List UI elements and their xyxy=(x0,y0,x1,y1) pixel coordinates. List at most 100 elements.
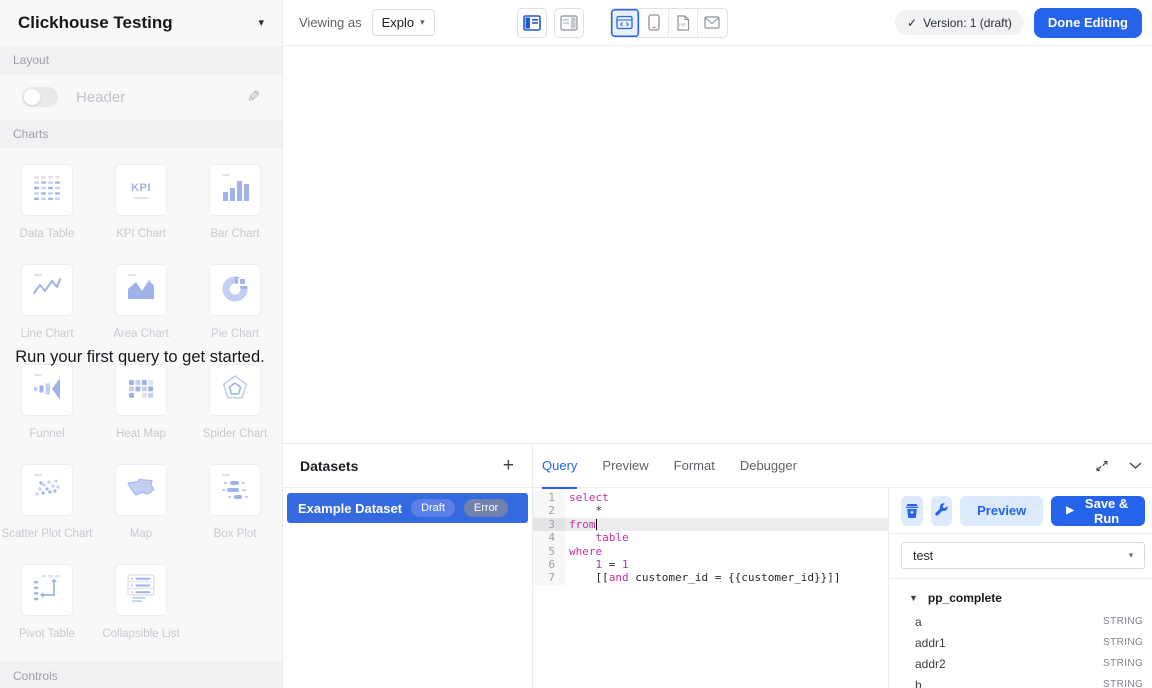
table-select-dropdown[interactable]: test ▾ xyxy=(901,542,1145,569)
save-and-run-button[interactable]: ▶ Save & Run xyxy=(1051,496,1145,526)
schema-field-row[interactable]: addr1 STRING xyxy=(889,632,1152,653)
pdf-view-button[interactable]: PDF xyxy=(669,9,698,37)
chart-card-label: Collapsible List xyxy=(102,628,179,640)
delete-query-button[interactable] xyxy=(901,496,923,526)
dataset-name: Example Dataset xyxy=(298,501,402,516)
field-name: addr1 xyxy=(915,636,946,650)
embed-icon xyxy=(616,15,633,30)
datasets-title: Datasets xyxy=(300,458,358,474)
controls-section-header: Controls xyxy=(0,662,282,688)
schema-field-row[interactable]: bSTRING xyxy=(889,674,1152,688)
preview-query-button[interactable]: Preview xyxy=(960,496,1043,526)
chart-card-collapsible-list[interactable] xyxy=(115,564,167,616)
email-view-button[interactable] xyxy=(698,9,727,37)
query-editor-area: Query Preview Format Debugger 1select2 *3fr… xyxy=(533,444,1152,688)
chart-card-scatter-plot[interactable] xyxy=(21,464,73,516)
chart-card-data-table[interactable] xyxy=(21,164,73,216)
code-text: 1 = 1 xyxy=(565,558,888,571)
right-panel-toggle-button[interactable] xyxy=(554,8,584,38)
layout-section-label: Layout xyxy=(13,53,49,67)
chart-card-label: Map xyxy=(130,528,152,540)
code-line-7[interactable]: 7 [[and customer_id = {{customer_id}}]] xyxy=(533,571,888,584)
text-cursor xyxy=(596,519,597,530)
check-icon: ✓ xyxy=(907,16,917,30)
chart-card-label: Scatter Plot Chart xyxy=(2,528,93,540)
done-editing-button[interactable]: Done Editing xyxy=(1034,8,1142,38)
title-dropdown-caret-icon[interactable]: ▾ xyxy=(258,16,264,29)
code-line-5[interactable]: 5where xyxy=(533,545,888,558)
tab-format[interactable]: Format xyxy=(674,444,715,488)
chart-card-kpi-chart[interactable]: KPI xyxy=(115,164,167,216)
chart-card-pie-chart[interactable] xyxy=(209,264,261,316)
add-dataset-button[interactable]: + xyxy=(503,456,514,475)
chart-card-box-plot[interactable] xyxy=(209,464,261,516)
schema-field-row[interactable]: aSTRING xyxy=(889,611,1152,632)
chart-card-label: Box Plot xyxy=(214,528,257,540)
data-table-icon xyxy=(29,170,65,211)
field-name: addr2 xyxy=(915,657,946,671)
viewing-as-label: Viewing as xyxy=(299,15,362,30)
header-toggle-row: Header ✎ xyxy=(0,74,282,120)
query-actions-panel: Preview ▶ Save & Run test ▾ xyxy=(888,488,1152,688)
code-text: table xyxy=(565,531,888,544)
chart-card-label: Pivot Table xyxy=(19,628,75,640)
collapse-panel-button[interactable] xyxy=(1128,461,1143,471)
code-line-6[interactable]: 6 1 = 1 xyxy=(533,558,888,571)
editor-tabs: Query Preview Format Debugger xyxy=(542,444,822,488)
chart-type-item: Box Plot xyxy=(188,464,282,540)
code-line-3[interactable]: 3from xyxy=(533,518,888,531)
dataset-row-example-dataset[interactable]: Example Dataset DraftError xyxy=(287,493,528,523)
line-number: 1 xyxy=(533,491,565,504)
dashboard-editor: Clickhouse Testing ▾ Viewing as Explo ▾ xyxy=(0,0,1152,688)
chart-card-map[interactable] xyxy=(115,464,167,516)
chevron-down-icon: ▾ xyxy=(1129,550,1134,561)
scatter-plot-icon xyxy=(29,470,65,511)
toggle-knob xyxy=(24,89,40,105)
datasets-header: Datasets + xyxy=(283,444,532,488)
code-text: from xyxy=(565,518,888,531)
chart-card-heat-map[interactable] xyxy=(115,364,167,416)
mobile-view-button[interactable] xyxy=(640,9,669,37)
header-toggle[interactable] xyxy=(22,87,58,107)
viewing-as-dropdown[interactable]: Explo ▾ xyxy=(372,9,435,36)
charts-section-label: Charts xyxy=(13,127,48,141)
expand-panel-button[interactable] xyxy=(1094,458,1110,474)
left-panel-toggle-button[interactable] xyxy=(517,8,547,38)
schema-table-name: pp_complete xyxy=(928,591,1002,605)
expand-icon xyxy=(1094,458,1110,474)
code-line-4[interactable]: 4 table xyxy=(533,531,888,544)
code-line-1[interactable]: 1select xyxy=(533,491,888,504)
chart-card-spider-chart[interactable] xyxy=(209,364,261,416)
svg-text:PDF: PDF xyxy=(679,23,687,27)
schema-field-row[interactable]: addr2 STRING xyxy=(889,653,1152,674)
format-settings-button[interactable] xyxy=(931,496,953,526)
viewing-as-value: Explo xyxy=(382,15,415,30)
chart-card-label: Spider Chart xyxy=(203,428,268,440)
embed-view-button[interactable] xyxy=(611,9,640,37)
line-chart-icon xyxy=(29,270,65,311)
field-type: STRING xyxy=(1103,637,1143,648)
view-mode-group: PDF xyxy=(610,8,728,38)
tab-query[interactable]: Query xyxy=(542,444,577,488)
tab-preview[interactable]: Preview xyxy=(602,444,648,488)
schema-list: ▼ pp_complete aSTRING addr1 STRING addr2 STR… xyxy=(889,579,1152,688)
chart-card-bar-chart[interactable] xyxy=(209,164,261,216)
chart-type-item: Funnel xyxy=(0,364,94,440)
chart-card-line-chart[interactable] xyxy=(21,264,73,316)
chart-card-pivot-table[interactable] xyxy=(21,564,73,616)
pie-chart-icon xyxy=(217,270,253,311)
code-line-2[interactable]: 2 * xyxy=(533,504,888,517)
dataset-badge-draft: Draft xyxy=(411,499,455,517)
edit-pencil-icon[interactable]: ✎ xyxy=(247,87,260,107)
query-button-row: Preview ▶ Save & Run xyxy=(889,488,1152,534)
dashboard-title-area[interactable]: Clickhouse Testing ▾ xyxy=(0,0,283,46)
sql-code-editor[interactable]: 1select2 *3from4 table5where6 1 = 17 [[a… xyxy=(533,488,888,688)
schema-table-row[interactable]: ▼ pp_complete xyxy=(889,579,1152,611)
chart-card-area-chart[interactable] xyxy=(115,264,167,316)
chart-type-item: Pivot Table xyxy=(0,564,94,640)
funnel-icon xyxy=(29,370,65,411)
empty-state-message: Run your first query to get started. xyxy=(12,347,268,367)
field-type: STRING xyxy=(1103,658,1143,669)
chart-card-funnel[interactable] xyxy=(21,364,73,416)
tab-debugger[interactable]: Debugger xyxy=(740,444,797,488)
